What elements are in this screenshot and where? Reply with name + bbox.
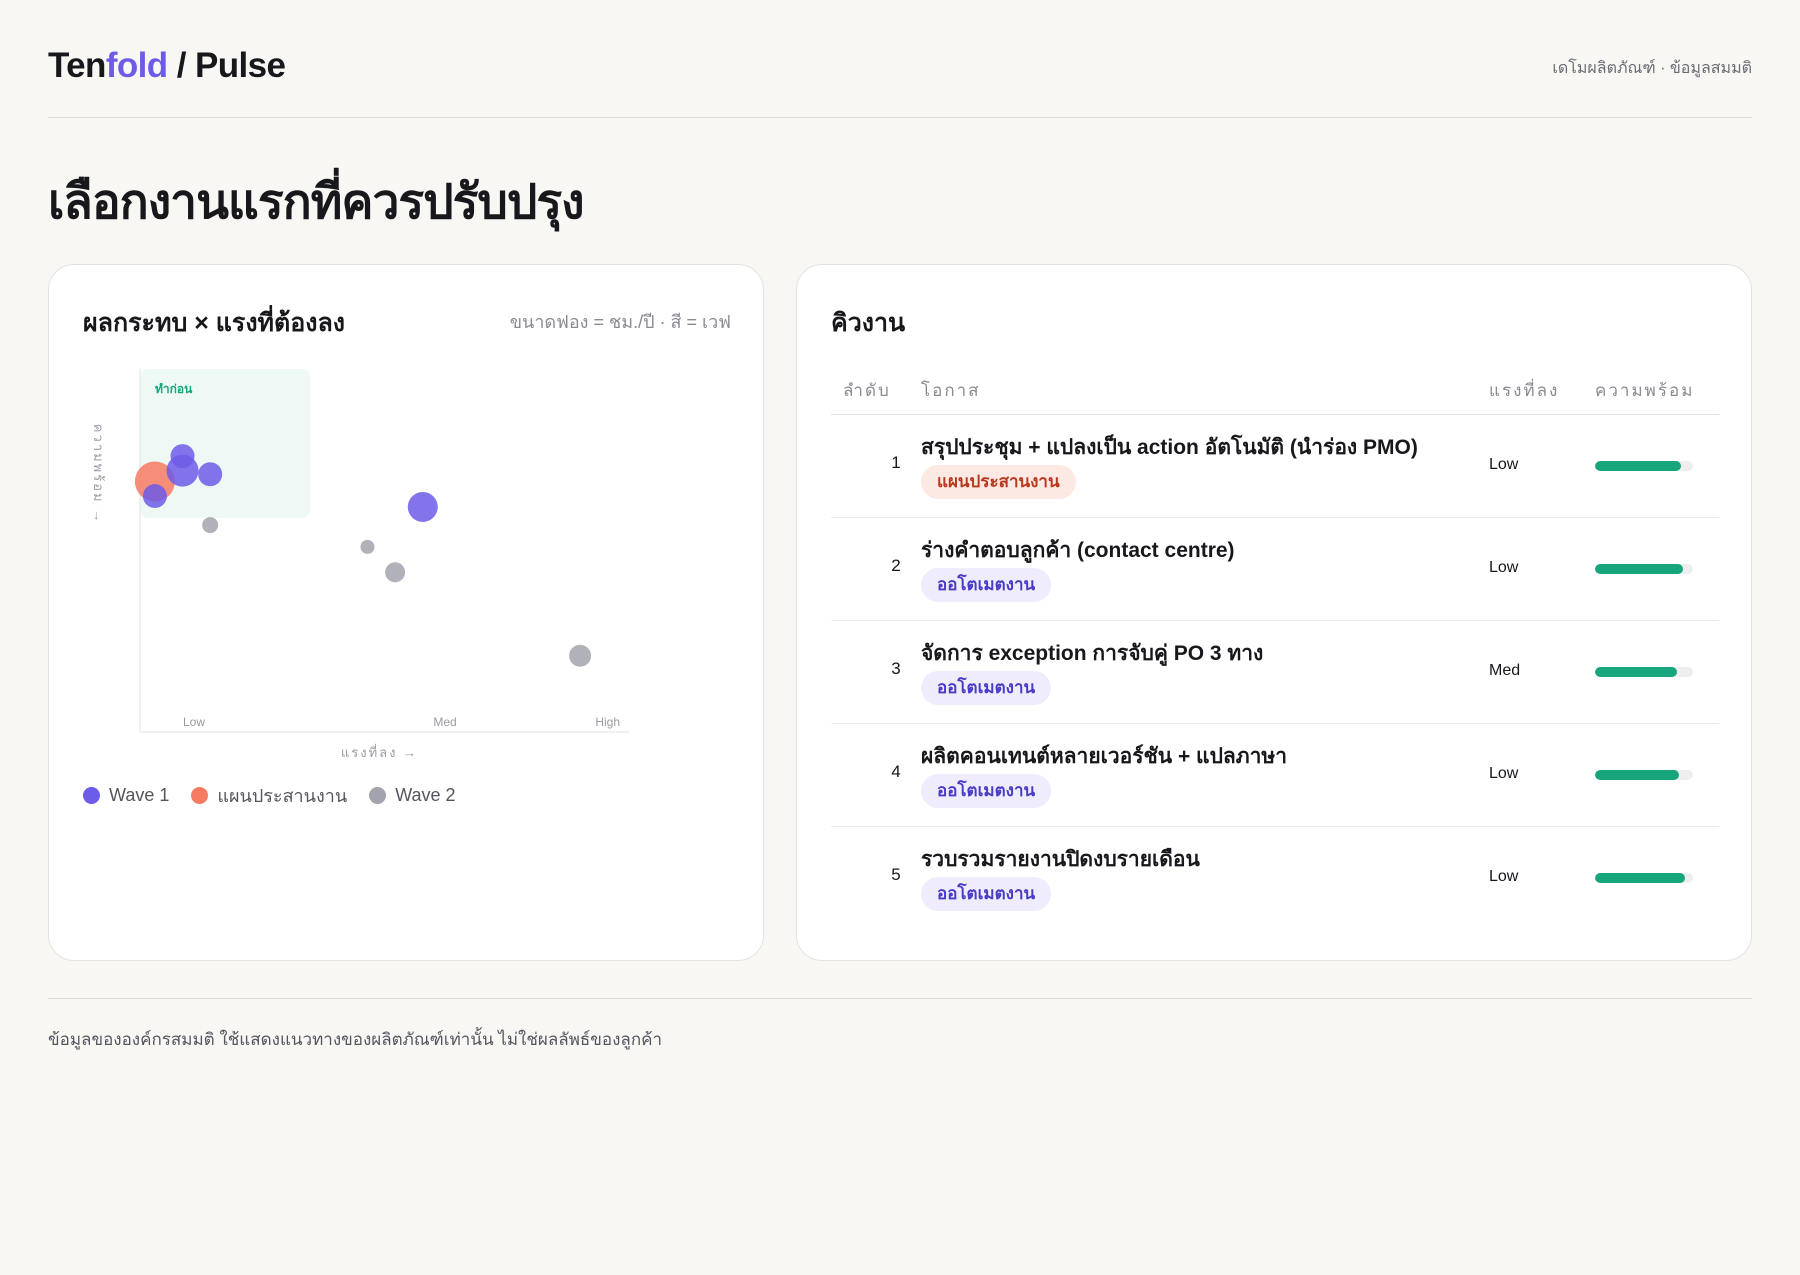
bubble (569, 644, 592, 667)
bubble-chart: ทำก่อน Low Med High แรงที่ลง → ความพร้อม → (91, 369, 629, 760)
row-title[interactable]: ร่างคำตอบลูกค้า (contact centre) (921, 534, 1235, 567)
row-title[interactable]: สรุปประชุม + แปลงเป็น action อัตโนมัติ (… (921, 431, 1418, 464)
legend-label-coord: แผนประสานงาน (217, 786, 348, 806)
row-tag: ออโตเมตงาน (921, 877, 1052, 911)
row-title[interactable]: จัดการ exception การจับคู่ PO 3 ทาง (921, 637, 1263, 670)
queue-row[interactable]: 5 รวบรวมรายงานปิดงบรายเดือน ออโตเมตงาน L… (831, 827, 1719, 930)
row-effort: Low (1489, 456, 1519, 473)
row-rank: 4 (891, 762, 901, 781)
legend-item-wave2: Wave 2 (369, 781, 456, 810)
readiness-fill (1595, 667, 1678, 677)
row-tag: ออโตเมตงาน (921, 568, 1052, 602)
queue-table-header: ลำดับ โอกาส แรงที่ลง ความพร้อม (831, 369, 1719, 415)
x-tick-label: Low (183, 715, 205, 729)
queue-card: คิวงาน ลำดับ โอกาส แรงที่ลง ความพร้อม 1 … (796, 264, 1752, 961)
page-title: เลือกงานแรกที่ควรปรับปรุง (48, 176, 585, 229)
legend-item-wave1: Wave 1 (83, 781, 169, 810)
legend-swatch-wave1 (83, 787, 100, 804)
row-rank: 5 (891, 865, 901, 884)
row-rank: 2 (891, 556, 901, 575)
x-tick-label: Med (433, 715, 456, 729)
readiness-fill (1595, 873, 1686, 883)
queue-row[interactable]: 1 สรุปประชุม + แปลงเป็น action อัตโนมัติ… (831, 415, 1719, 518)
legend-swatch-coord (191, 787, 209, 804)
x-tick-label: High (595, 715, 620, 729)
readiness-fill (1595, 564, 1684, 574)
row-effort: Low (1489, 559, 1519, 576)
queue-title: คิวงาน (831, 309, 906, 337)
bubble (142, 484, 167, 509)
bubble (407, 491, 438, 522)
column-header-opportunity: โอกาส (921, 381, 981, 400)
row-tag: แผนประสานงาน (921, 465, 1076, 499)
bubble (170, 444, 195, 469)
readiness-fill (1595, 770, 1680, 780)
bubble (360, 539, 375, 554)
chart-legend: Wave 1 แผนประสานงาน Wave 2 (83, 781, 456, 810)
impact-effort-card: ผลกระทบ × แรงที่ต้องลง ขนาดฟอง = ชม./ปี … (48, 264, 764, 961)
row-title[interactable]: รวบรวมรายงานปิดงบรายเดือน (921, 843, 1200, 876)
logo-pulse: / Pulse (167, 46, 286, 85)
readiness-bar (1595, 873, 1693, 883)
legend-swatch-wave2 (369, 787, 387, 804)
y-axis-label: ความพร้อม → (91, 424, 106, 524)
row-effort: Med (1489, 662, 1521, 679)
row-title[interactable]: ผลิตคอนเทนต์หลายเวอร์ชัน + แปลภาษา (921, 740, 1287, 773)
legend-item-coord: แผนประสานงาน (191, 781, 347, 810)
readiness-bar (1595, 564, 1693, 574)
queue-row[interactable]: 3 จัดการ exception การจับคู่ PO 3 ทาง ออ… (831, 621, 1719, 724)
row-effort: Low (1489, 765, 1519, 782)
bubble (385, 562, 406, 583)
row-tag: ออโตเมตงาน (921, 671, 1052, 705)
quadrant-label: ทำก่อน (155, 382, 193, 396)
column-header-readiness: ความพร้อม (1595, 381, 1695, 400)
header-meta: เดโมผลิตภัณฑ์ · ข้อมูลสมมติ (1552, 60, 1752, 77)
footer-disclaimer: ข้อมูลขององค์กรสมมติ ใช้แสดงแนวทางของผลิ… (48, 1030, 663, 1049)
app-header: Tenfold / Pulse เดโมผลิตภัณฑ์ · ข้อมูลสม… (48, 44, 1752, 90)
legend-label-wave1: Wave 1 (109, 785, 170, 805)
column-header-rank: ลำดับ (843, 381, 891, 400)
legend-label-wave2: Wave 2 (395, 785, 456, 805)
footer-divider (48, 998, 1752, 999)
readiness-bar (1595, 461, 1693, 471)
column-header-effort: แรงที่ลง (1489, 381, 1560, 400)
queue-row[interactable]: 2 ร่างคำตอบลูกค้า (contact centre) ออโตเ… (831, 518, 1719, 621)
readiness-bar (1595, 667, 1693, 677)
row-rank: 3 (891, 659, 901, 678)
bubble (202, 517, 219, 534)
readiness-fill (1595, 461, 1682, 471)
queue-row[interactable]: 4 ผลิตคอนเทนต์หลายเวอร์ชัน + แปลภาษา ออโ… (831, 724, 1719, 827)
readiness-bar (1595, 770, 1693, 780)
row-tag: ออโตเมตงาน (921, 774, 1052, 808)
header-divider (48, 117, 1752, 118)
brand-logo[interactable]: Tenfold / Pulse (48, 46, 286, 86)
logo-ten: Ten (48, 46, 106, 85)
logo-fold: fold (105, 46, 168, 85)
row-rank: 1 (891, 453, 901, 472)
bubble (198, 462, 223, 487)
row-effort: Low (1489, 868, 1519, 885)
x-axis-label: แรงที่ลง → (341, 744, 418, 760)
